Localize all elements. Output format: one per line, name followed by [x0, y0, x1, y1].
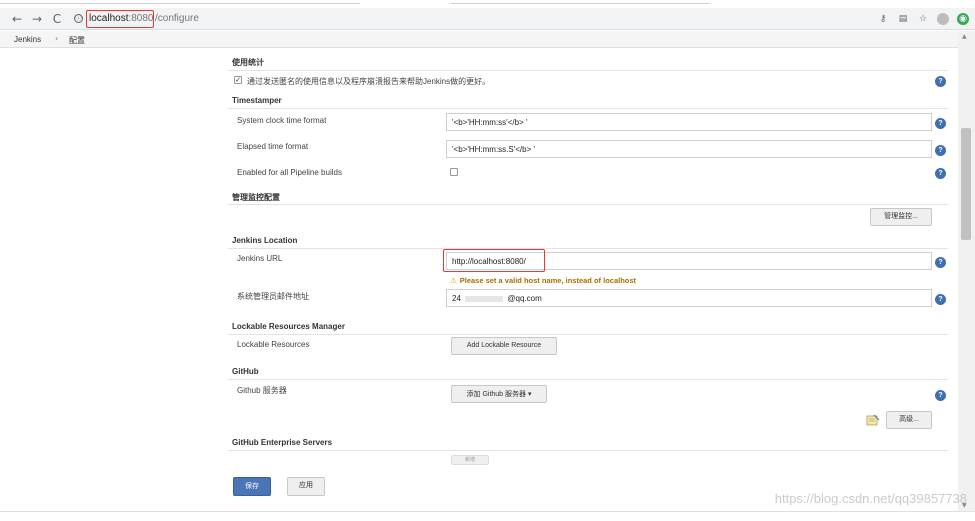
help-icon[interactable]: ?	[935, 145, 946, 156]
section-divider	[228, 204, 948, 205]
section-divider	[228, 379, 948, 380]
breadcrumb-configure[interactable]: 配置	[69, 35, 85, 46]
tab-strip-line	[0, 3, 360, 4]
monitor-title: 管理监控配置	[232, 193, 280, 202]
key-icon[interactable]: ⚷	[877, 13, 889, 25]
url-host: localhost:8080	[89, 13, 154, 24]
elapsed-time-format-label: Elapsed time format	[237, 142, 309, 151]
email-suffix: @qq.com	[507, 294, 542, 303]
window-top-edge	[0, 0, 975, 8]
usage-stats-label: 通过发送匿名的使用信息以及程序崩溃报告来帮助Jenkins做的更好。	[247, 77, 491, 86]
add-lockable-resource-button[interactable]: Add Lockable Resource	[451, 337, 557, 355]
section-divider	[228, 70, 948, 71]
watermark: https://blog.csdn.net/qq39857738	[774, 491, 967, 506]
address-bar[interactable]: ⓘ localhost:8080 /configure	[72, 10, 920, 28]
help-icon[interactable]: ?	[935, 168, 946, 179]
forward-arrow-icon[interactable]: →	[30, 12, 44, 26]
url-hostname: localhost	[89, 13, 129, 24]
add-github-server-button[interactable]: 添加 Github 服务器 ▾	[451, 385, 547, 403]
browser-action-icons: ⚷ ▤ ☆ ◉	[877, 12, 969, 26]
url-path: /configure	[155, 13, 199, 24]
help-icon[interactable]: ?	[935, 294, 946, 305]
scrollbar-thumb[interactable]	[961, 128, 971, 240]
system-clock-format-label: System clock time format	[237, 116, 327, 125]
timestamper-title: Timestamper	[232, 96, 282, 105]
tab-strip-line	[450, 3, 710, 4]
email-prefix: 24	[452, 294, 461, 303]
dropdown-caret-icon: ▾	[527, 390, 532, 398]
breadcrumb-separator: ›	[55, 34, 59, 43]
scroll-up-arrow-icon[interactable]: ▲	[962, 33, 967, 40]
jenkins-url-label: Jenkins URL	[237, 254, 283, 263]
enabled-pipeline-label: Enabled for all Pipeline builds	[237, 168, 342, 177]
admin-email-label: 系统管理员邮件地址	[237, 292, 309, 301]
redacted-block	[465, 295, 504, 302]
enabled-pipeline-checkbox[interactable]	[450, 168, 458, 176]
reload-icon[interactable]: C	[50, 12, 64, 26]
page-scrollbar[interactable]: ▲ ▼	[958, 31, 975, 511]
bookmark-star-icon[interactable]: ☆	[917, 13, 929, 25]
back-arrow-icon[interactable]: ←	[10, 12, 24, 26]
add-github-server-label: 添加 Github 服务器	[466, 391, 527, 398]
github-server-label: Github 服务器	[237, 386, 287, 395]
help-icon[interactable]: ?	[935, 118, 946, 129]
section-divider	[228, 334, 948, 335]
extension-icon[interactable]: ◉	[957, 13, 969, 25]
elapsed-time-format-input[interactable]: '<b>'HH:mm:ss.S'</b> '	[446, 140, 932, 158]
lockable-title: Lockable Resources Manager	[232, 322, 345, 331]
github-title: GitHub	[232, 367, 259, 376]
profile-avatar-icon[interactable]	[937, 13, 949, 25]
github-enterprise-title: GitHub Enterprise Servers	[232, 438, 333, 447]
url-input-annotation-box	[443, 249, 545, 272]
admin-email-input[interactable]: 24 @qq.com	[446, 289, 932, 307]
usage-stats-checkbox[interactable]: ✓	[234, 76, 242, 84]
help-icon[interactable]: ?	[935, 257, 946, 268]
manage-monitors-button[interactable]: 管理监控...	[870, 208, 932, 226]
warning-icon: ⚠	[450, 276, 457, 285]
help-icon[interactable]: ?	[935, 76, 946, 87]
url-port: :8080	[128, 13, 154, 24]
section-divider	[228, 108, 948, 109]
section-divider	[228, 450, 948, 451]
save-button[interactable]: 保存	[233, 477, 271, 496]
browser-toolbar: ← → C ⓘ localhost:8080 /configure ⚷ ▤ ☆ …	[0, 8, 975, 30]
lockable-resources-label: Lockable Resources	[237, 340, 310, 349]
apply-button[interactable]: 应用	[287, 477, 325, 496]
breadcrumb-jenkins[interactable]: Jenkins	[14, 35, 41, 44]
jenkins-location-title: Jenkins Location	[232, 236, 298, 245]
system-clock-format-input[interactable]: '<b>'HH:mm:ss'</b> '	[446, 113, 932, 131]
footer-edge	[0, 511, 975, 521]
site-info-icon[interactable]: ⓘ	[74, 14, 83, 23]
notepad-icon	[866, 414, 880, 426]
usage-stats-title: 使用统计	[232, 58, 264, 67]
section-divider	[228, 248, 948, 249]
breadcrumb: Jenkins › 配置	[0, 31, 958, 48]
translate-icon[interactable]: ▤	[897, 13, 909, 25]
localhost-warning: ⚠ Please set a valid host name, instead o…	[450, 276, 636, 285]
github-advanced-button[interactable]: 高级...	[886, 411, 932, 429]
help-icon[interactable]: ?	[935, 390, 946, 401]
localhost-warning-text: Please set a valid host name, instead of…	[459, 276, 637, 285]
add-enterprise-server-button[interactable]: 新增	[451, 455, 489, 465]
